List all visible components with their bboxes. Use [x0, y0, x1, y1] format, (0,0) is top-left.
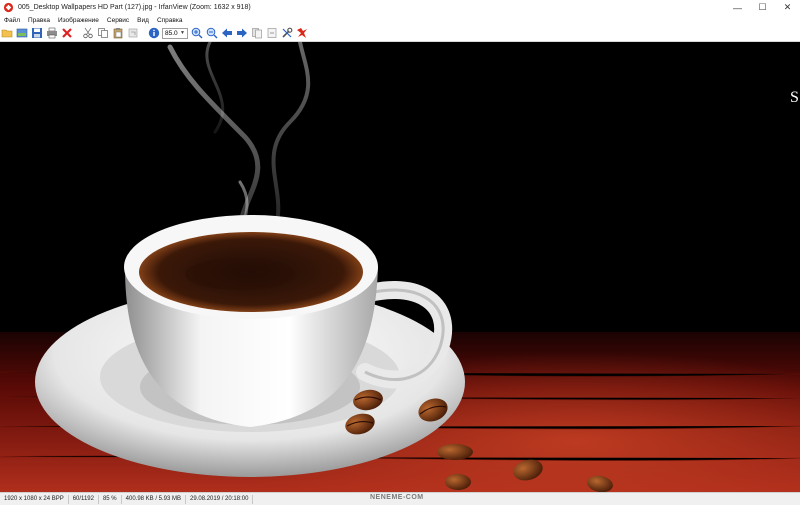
maximize-button[interactable]: ☐	[750, 0, 775, 15]
menu-help[interactable]: Справка	[153, 17, 187, 24]
watermark: NENEME-COM	[370, 494, 424, 501]
settings-button[interactable]	[280, 26, 294, 40]
minimize-button[interactable]: —	[725, 0, 750, 15]
previous-image-button[interactable]	[220, 26, 234, 40]
save-icon	[32, 28, 42, 38]
thumbnails-icon	[16, 28, 28, 38]
chevron-down-icon: ▼	[180, 30, 185, 36]
irfanview-logo-button[interactable]	[295, 26, 309, 40]
copy-file-icon	[252, 28, 262, 39]
irfanview-window: 005_Desktop Wallpapers HD Part (127).jpg…	[0, 0, 800, 505]
window-controls: — ☐ ✕	[725, 0, 800, 15]
open-folder-icon	[1, 29, 13, 38]
zoom-dropdown[interactable]: 85.0 ▼	[162, 27, 188, 39]
toolbar: 85.0 ▼	[0, 25, 800, 42]
print-icon	[47, 27, 57, 39]
paste-button[interactable]	[111, 26, 125, 40]
open-button[interactable]	[0, 26, 14, 40]
previous-icon	[222, 28, 232, 38]
coffee-cup-image: S	[0, 42, 800, 492]
copy-button[interactable]	[96, 26, 110, 40]
zoom-out-icon	[206, 27, 218, 39]
status-datetime: 29.08.2019 / 20:18:00	[186, 495, 254, 504]
copy-icon	[98, 28, 108, 38]
title-bar: 005_Desktop Wallpapers HD Part (127).jpg…	[0, 0, 800, 15]
zoom-value: 85.0	[165, 29, 178, 37]
irfanview-app-icon[interactable]	[3, 2, 14, 13]
next-image-button[interactable]	[235, 26, 249, 40]
menu-view[interactable]: Вид	[133, 17, 153, 24]
image-canvas[interactable]: S	[0, 42, 800, 492]
paste-icon	[113, 28, 123, 39]
status-zoom: 85 %	[99, 495, 122, 504]
cut-button[interactable]	[81, 26, 95, 40]
save-button[interactable]	[30, 26, 44, 40]
status-dimensions: 1920 x 1080 x 24 BPP	[0, 495, 69, 504]
undo-button[interactable]	[126, 26, 140, 40]
irfanview-logo-icon	[297, 28, 307, 38]
next-icon	[237, 28, 247, 38]
menu-service[interactable]: Сервис	[103, 17, 133, 24]
settings-icon	[282, 27, 293, 38]
copy-file-button[interactable]	[250, 26, 264, 40]
delete-button[interactable]	[60, 26, 74, 40]
menu-edit[interactable]: Правка	[24, 17, 54, 24]
undo-icon	[128, 28, 138, 38]
menu-bar: Файл Правка Изображение Сервис Вид Справ…	[0, 15, 800, 25]
menu-image[interactable]: Изображение	[54, 17, 103, 24]
close-button[interactable]: ✕	[775, 0, 800, 15]
image-corner-text: S	[790, 89, 799, 106]
window-title: 005_Desktop Wallpapers HD Part (127).jpg…	[18, 4, 251, 11]
status-file-size: 400.98 KB / 5.93 MB	[122, 495, 187, 504]
print-button[interactable]	[45, 26, 59, 40]
zoom-in-button[interactable]	[190, 26, 204, 40]
status-image-index: 60/1192	[69, 495, 99, 504]
info-button[interactable]	[147, 26, 161, 40]
cut-icon	[83, 27, 93, 39]
menu-file[interactable]: Файл	[0, 17, 24, 24]
move-file-button[interactable]	[265, 26, 279, 40]
zoom-out-button[interactable]	[205, 26, 219, 40]
thumbnails-button[interactable]	[15, 26, 29, 40]
move-file-icon	[267, 28, 277, 38]
delete-icon	[62, 28, 72, 38]
info-icon	[148, 27, 160, 39]
zoom-in-icon	[191, 27, 203, 39]
